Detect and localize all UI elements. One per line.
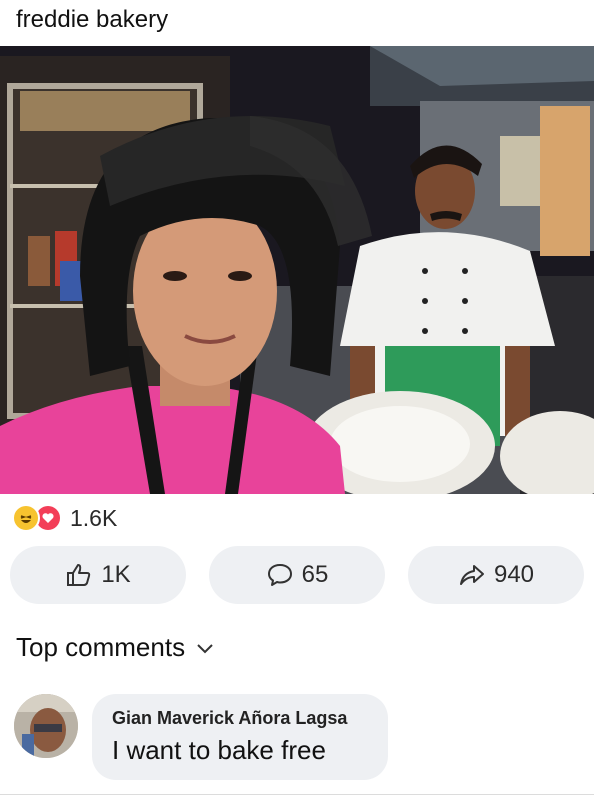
reactions-summary[interactable]: 1.6K: [12, 503, 117, 533]
action-bar: 1K 65 940: [10, 546, 584, 604]
top-comments-filter[interactable]: Top comments: [16, 632, 215, 663]
share-button[interactable]: 940: [408, 546, 584, 604]
share-count: 940: [493, 561, 535, 588]
divider: [0, 794, 594, 795]
chevron-down-icon: [197, 643, 213, 653]
selfie-photo-illustration: [0, 46, 594, 494]
like-button[interactable]: 1K: [10, 546, 186, 604]
comment-count: 65: [301, 561, 329, 588]
post-caption: freddie bakery: [16, 6, 169, 33]
commenter-avatar[interactable]: [14, 694, 78, 758]
share-arrow-icon: [459, 565, 484, 585]
comment-text: I want to bake free: [112, 735, 326, 765]
comment-author[interactable]: Gian Maverick Añora Lagsa: [112, 708, 368, 729]
post-photo[interactable]: [0, 46, 594, 494]
comment-bubble-icon: [267, 564, 292, 586]
like-count: 1K: [101, 561, 131, 588]
comment-button[interactable]: 65: [209, 546, 385, 604]
haha-icon: [12, 504, 40, 532]
comment-bubble[interactable]: Gian Maverick Añora Lagsa I want to bake…: [92, 694, 388, 780]
thumbs-up-icon: [67, 564, 91, 586]
top-comments-label: Top comments: [16, 632, 186, 662]
reaction-count: 1.6K: [70, 504, 118, 531]
